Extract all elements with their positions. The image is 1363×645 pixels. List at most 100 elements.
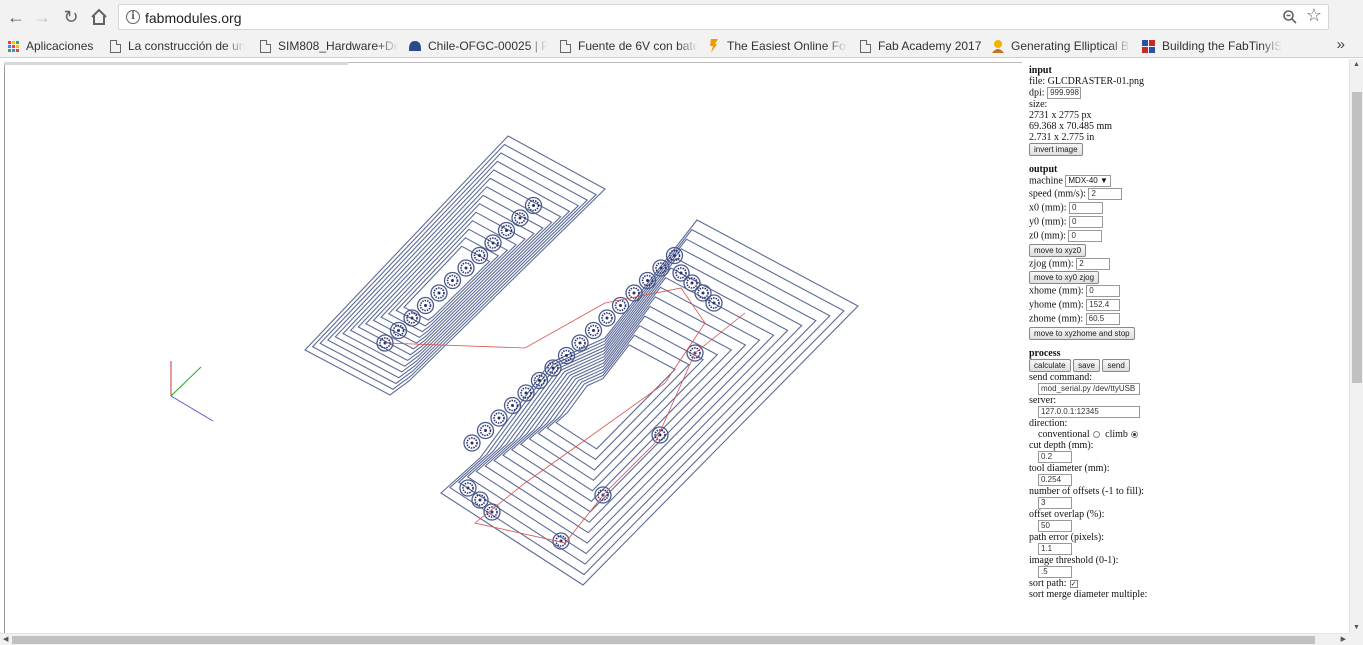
- toolpath-canvas[interactable]: [4, 62, 1022, 633]
- machine-select[interactable]: MDX-40 ▼: [1065, 175, 1111, 187]
- horizontal-scroll-thumb[interactable]: [12, 636, 1315, 644]
- save-button[interactable]: save: [1073, 359, 1100, 372]
- direction-label: direction:: [1029, 418, 1068, 429]
- tool-diameter-label: tool diameter (mm):: [1029, 463, 1110, 474]
- bookmark-item[interactable]: Fab Academy 2017: [860, 37, 985, 55]
- sort-merge-label: sort merge diameter multiple:: [1029, 589, 1148, 600]
- move-to-xy0-zjog-button[interactable]: move to xy0 zjog: [1029, 271, 1100, 284]
- bookmark-item[interactable]: La construcción de un: [110, 37, 245, 55]
- bookmark-label: Chile-OFGC-00025 | P: [428, 39, 548, 53]
- bookmark-label: Aplicaciones: [26, 39, 94, 53]
- pad-ring: [646, 279, 649, 282]
- page-content: input file: GLCDRASTER-01.png dpi: 999.9…: [0, 59, 1349, 633]
- url-text[interactable]: fabmodules.org: [145, 10, 242, 26]
- bookmark-item[interactable]: SIM808_Hardware+De: [260, 37, 398, 55]
- bookmark-label: La construcción de un: [128, 39, 245, 53]
- pad-ring: [478, 498, 482, 502]
- pad-ring: [565, 354, 568, 357]
- file-label: file:: [1029, 76, 1046, 87]
- pad-ring: [538, 379, 541, 382]
- more-bookmarks-icon[interactable]: »: [1337, 36, 1345, 53]
- z0-input[interactable]: 0: [1068, 230, 1103, 242]
- offsets-input[interactable]: 3: [1038, 497, 1072, 509]
- browser-toolbar: ← → ↻ i fabmodules.org ☆: [0, 0, 1363, 34]
- send-command-label: send command:: [1029, 372, 1093, 383]
- back-arrow-icon[interactable]: ←: [4, 5, 28, 29]
- forward-arrow-icon[interactable]: →: [30, 5, 54, 29]
- size-px: 2731 x 2775 px: [1029, 110, 1092, 121]
- conventional-radio[interactable]: [1092, 431, 1100, 439]
- overlap-input[interactable]: 50: [1038, 520, 1072, 532]
- bookmark-item[interactable]: Fuente de 6V con bate: [560, 37, 698, 55]
- pad-ring: [632, 291, 636, 295]
- climb-label: climb: [1105, 429, 1128, 440]
- cut-depth-input[interactable]: 0.2: [1038, 451, 1072, 463]
- machine-label: machine: [1029, 175, 1063, 187]
- overlap-label: offset overlap (%):: [1029, 509, 1105, 520]
- send-button[interactable]: send: [1102, 359, 1130, 372]
- pad-ring: [524, 391, 528, 395]
- vertical-scrollbar[interactable]: ▲ ▼: [1349, 59, 1363, 633]
- scroll-up-icon[interactable]: ▲: [1353, 61, 1360, 68]
- zoom-icon[interactable]: [1282, 9, 1298, 25]
- scroll-down-icon[interactable]: ▼: [1353, 624, 1360, 631]
- threshold-input[interactable]: .5: [1038, 566, 1072, 578]
- toolpath-contour: [349, 186, 553, 362]
- pad-ring: [497, 416, 501, 420]
- control-panel: input file: GLCDRASTER-01.png dpi: 999.9…: [1029, 65, 1349, 600]
- y0-label: y0 (mm):: [1029, 216, 1067, 228]
- info-icon[interactable]: i: [126, 10, 140, 24]
- scroll-left-icon[interactable]: ◀: [3, 635, 8, 643]
- scroll-right-icon[interactable]: ▶: [1341, 635, 1346, 643]
- bookmark-item[interactable]: Building the FabTinyIS: [1142, 37, 1282, 55]
- progress-bar: [4, 62, 348, 65]
- send-command-input[interactable]: mod_serial.py /dev/ttyUSB: [1038, 383, 1140, 395]
- path-error-input[interactable]: 1.1: [1038, 543, 1072, 555]
- apps-grid-icon: [8, 40, 19, 52]
- toolpath-preview[interactable]: [5, 63, 1023, 634]
- threshold-label: image threshold (0-1):: [1029, 555, 1119, 566]
- helmet-icon: [408, 40, 422, 52]
- move-to-xyz0-button[interactable]: move to xyz0: [1029, 244, 1087, 257]
- dpi-input[interactable]: 999.998: [1047, 87, 1082, 99]
- avatar-icon: [991, 39, 1005, 53]
- pad-ring: [605, 316, 609, 320]
- speed-label: speed (mm/s):: [1029, 188, 1086, 200]
- toolpath-contour: [493, 276, 775, 523]
- invert-image-button[interactable]: invert image: [1029, 143, 1083, 156]
- reload-icon[interactable]: ↻: [59, 5, 83, 29]
- pad-ring: [466, 486, 470, 490]
- sort-path-checkbox[interactable]: ✓: [1069, 579, 1078, 588]
- bookmark-item[interactable]: The Easiest Online For: [709, 37, 847, 55]
- bookmark-item[interactable]: Chile-OFGC-00025 | P: [408, 37, 548, 55]
- file-name: GLCDRASTER-01.png: [1047, 76, 1145, 87]
- calculate-button[interactable]: calculate: [1029, 359, 1071, 372]
- pad-ring: [701, 291, 705, 295]
- move-to-xyzhome-button[interactable]: move to xyzhome and stop: [1029, 327, 1135, 340]
- server-input[interactable]: 127.0.0.1:12345: [1038, 406, 1140, 418]
- y0-input[interactable]: 0: [1069, 216, 1103, 228]
- bookmark-label: SIM808_Hardware+De: [278, 39, 398, 53]
- horizontal-scrollbar[interactable]: ◀ ▶: [0, 633, 1349, 645]
- zhome-input[interactable]: 60.5: [1085, 313, 1120, 325]
- yhome-input[interactable]: 152.4: [1086, 299, 1121, 311]
- xhome-input[interactable]: 0: [1086, 285, 1121, 297]
- address-bar[interactable]: i fabmodules.org ☆: [118, 4, 1329, 30]
- x0-input[interactable]: 0: [1069, 202, 1103, 214]
- speed-input[interactable]: 2: [1088, 188, 1123, 200]
- tool-diameter-input[interactable]: 0.254: [1038, 474, 1072, 486]
- process-section-title: process: [1029, 348, 1061, 359]
- pad-ring: [505, 229, 508, 232]
- pad-ring: [619, 304, 622, 307]
- zjog-input[interactable]: 2: [1076, 258, 1111, 270]
- size-mm: 69.368 x 70.485 mm: [1029, 121, 1113, 132]
- star-icon[interactable]: ☆: [1306, 6, 1322, 24]
- bookmark-item[interactable]: Generating Elliptical B: [991, 37, 1131, 55]
- scrollbar-corner: [1349, 633, 1363, 645]
- pad-ring: [578, 341, 582, 345]
- climb-radio[interactable]: [1130, 431, 1138, 439]
- size-in: 2.731 x 2.775 in: [1029, 132, 1095, 143]
- vertical-scroll-thumb[interactable]: [1352, 92, 1362, 383]
- page-icon: [110, 39, 121, 53]
- home-icon[interactable]: [87, 5, 111, 29]
